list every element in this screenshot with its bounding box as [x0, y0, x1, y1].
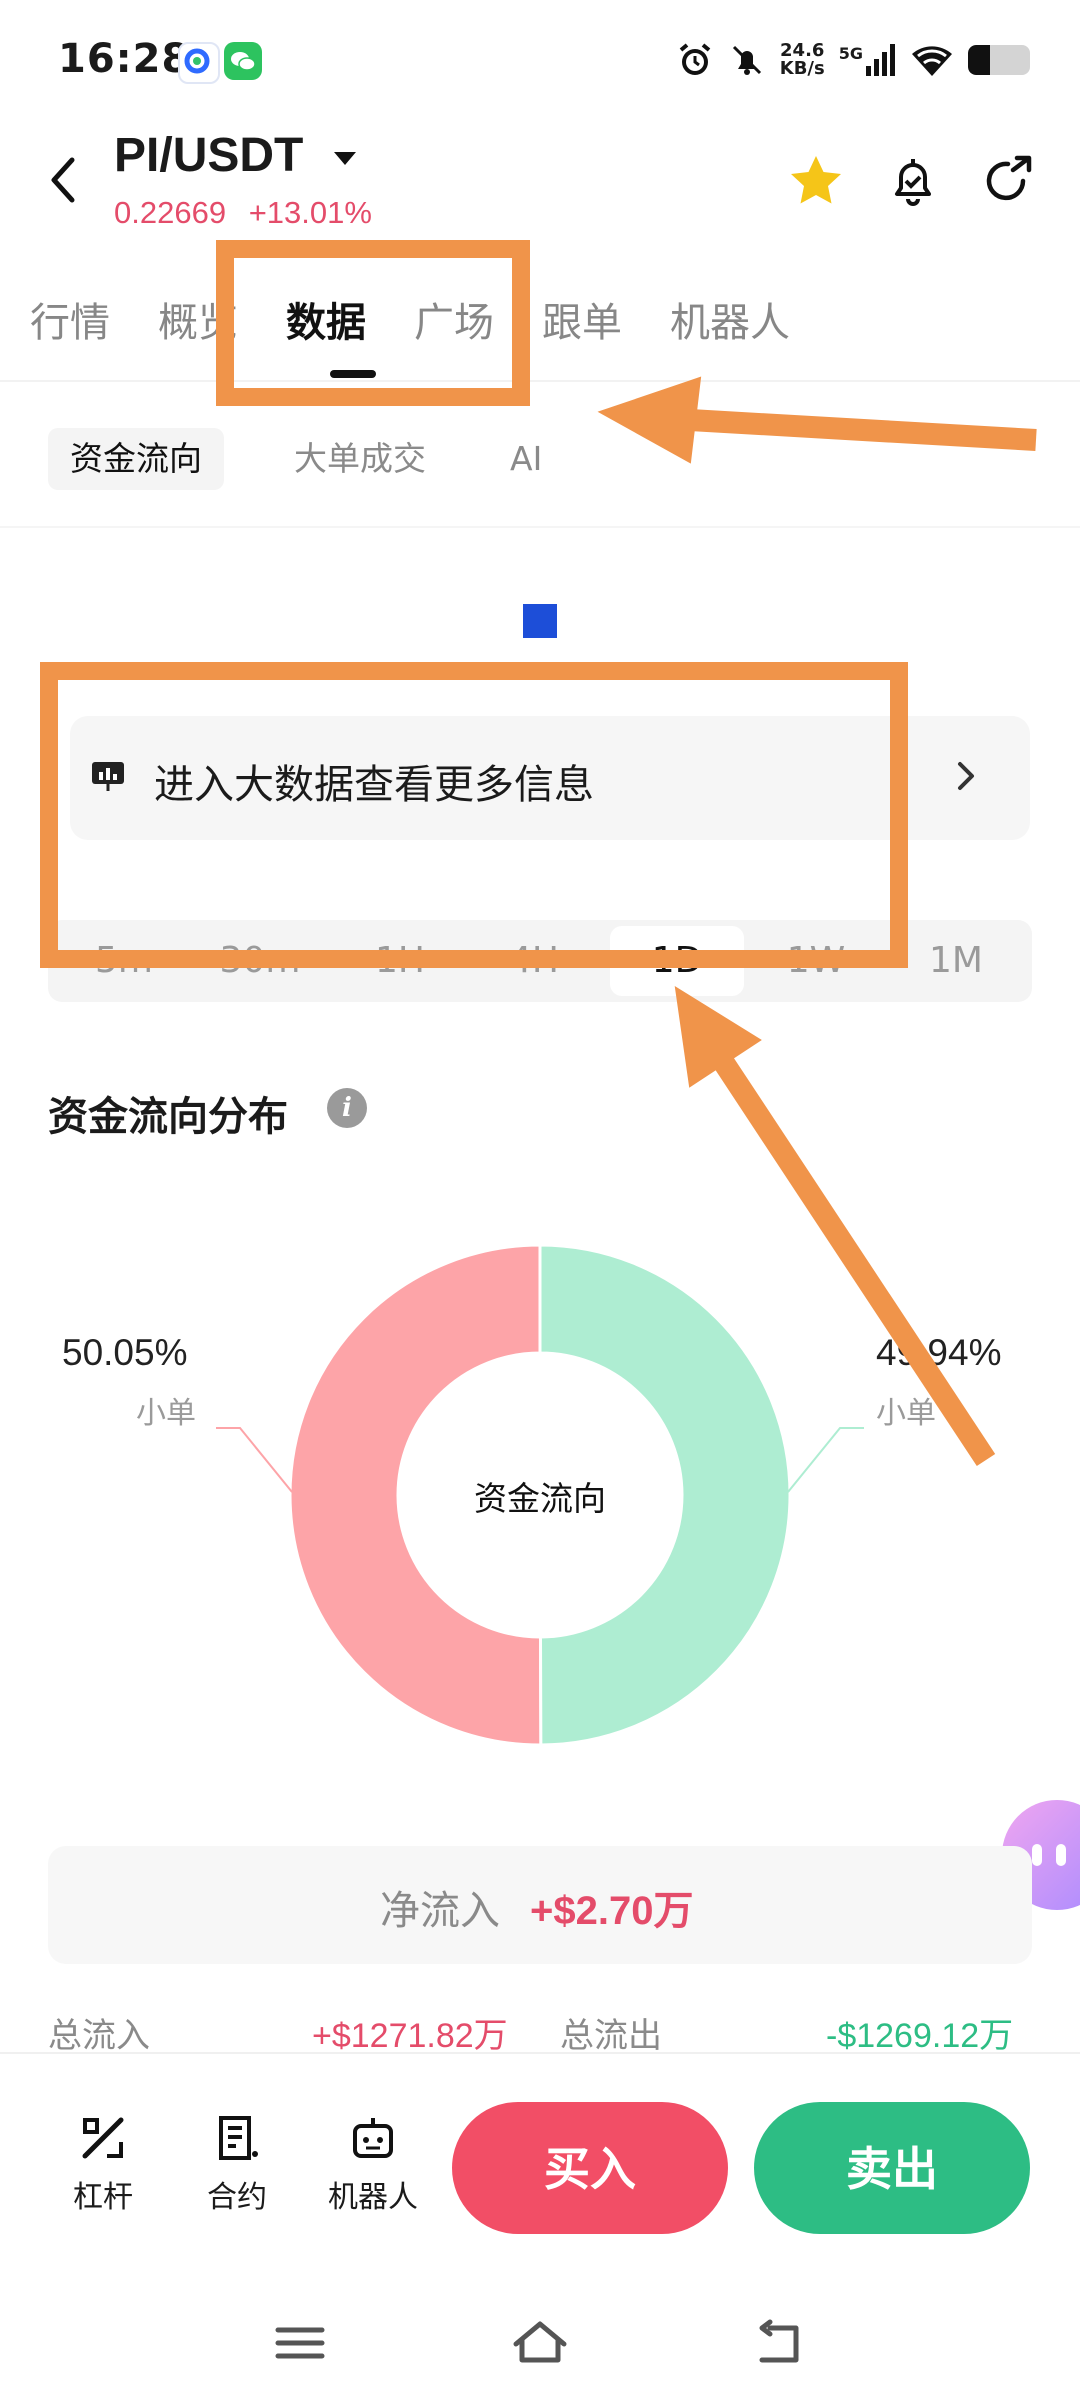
loading-indicator — [523, 604, 557, 638]
subtab-ai[interactable]: AI — [488, 428, 564, 490]
alarm-icon — [679, 43, 711, 75]
right-slice-label: 小单 — [876, 1396, 936, 1431]
divider — [0, 380, 1080, 382]
divider — [0, 526, 1080, 528]
annotation-box-data-tab — [216, 240, 530, 406]
back-arrow-icon[interactable] — [40, 150, 90, 210]
left-slice-percent: 50.05% — [62, 1332, 188, 1373]
price-alert-bell-icon[interactable] — [882, 150, 944, 212]
tab-bots[interactable]: 机器人 — [670, 290, 790, 348]
price-change: +13.01% — [248, 195, 372, 230]
back-nav-icon[interactable] — [750, 2316, 810, 2370]
signal-icon — [866, 44, 895, 76]
last-price: 0.22669 — [114, 195, 227, 230]
net-inflow-label: 净流入 — [380, 1888, 500, 1934]
total-inflow-value: +$1271.82万 — [312, 2017, 508, 2055]
status-indicators: 24.6 KB/s 5G — [676, 36, 1030, 84]
battery-icon — [968, 45, 1030, 75]
contract-icon — [219, 2116, 258, 2160]
tab-copy-trading[interactable]: 跟单 — [542, 290, 622, 348]
distribution-title: 资金流向分布 — [48, 1094, 288, 1140]
price-row: 0.22669 +13.01% — [114, 195, 372, 231]
leader-line-left — [216, 1427, 293, 1493]
annotation-box-big-data — [40, 662, 908, 968]
leverage-icon — [82, 2117, 124, 2159]
robot-icon — [353, 2118, 393, 2158]
wechat-icon — [224, 42, 262, 80]
donut-center-label: 资金流向 — [474, 1479, 606, 1518]
leverage-button[interactable]: 杠杆 — [48, 2112, 158, 2216]
contract-label: 合约 — [207, 2180, 267, 2215]
total-outflow-value: -$1269.12万 — [826, 2017, 1014, 2055]
net-inflow-value: +$2.70万 — [530, 1889, 694, 1933]
mute-icon — [732, 45, 761, 75]
robot-button[interactable]: 机器人 — [318, 2112, 428, 2216]
sell-button[interactable]: 卖出 — [754, 2102, 1030, 2234]
robot-label: 机器人 — [328, 2180, 418, 2215]
pair-dropdown-icon[interactable] — [334, 152, 356, 165]
leverage-label: 杠杆 — [73, 2180, 133, 2215]
contract-button[interactable]: 合约 — [182, 2112, 292, 2216]
subtab-fund-flow[interactable]: 资金流向 — [48, 428, 224, 490]
right-slice-percent: 49.94% — [876, 1332, 1002, 1373]
total-outflow-label: 总流出 — [560, 2016, 662, 2056]
net-speed: 24.6 KB/s — [779, 40, 825, 79]
subtab-large-trades[interactable]: 大单成交 — [272, 428, 448, 490]
share-icon[interactable] — [977, 150, 1039, 212]
favorite-star-icon[interactable] — [785, 150, 847, 212]
left-slice-label: 小单 — [136, 1396, 196, 1431]
network-type: 5G — [838, 44, 863, 63]
app-notification-icon — [178, 42, 220, 84]
total-inflow-label: 总流入 — [48, 2016, 150, 2056]
timeframe-1m[interactable]: 1M — [896, 920, 1016, 1002]
tab-market[interactable]: 行情 — [30, 290, 110, 348]
wifi-icon — [912, 46, 952, 76]
home-nav-icon[interactable] — [510, 2316, 570, 2370]
buy-button[interactable]: 买入 — [452, 2102, 728, 2234]
menu-nav-icon[interactable] — [270, 2316, 330, 2370]
leader-line-right — [787, 1427, 864, 1493]
info-icon[interactable]: i — [327, 1088, 367, 1128]
pair-title[interactable]: PI/USDT — [114, 128, 303, 183]
chevron-right-icon[interactable] — [952, 756, 980, 796]
status-time: 16:28 — [58, 36, 191, 82]
